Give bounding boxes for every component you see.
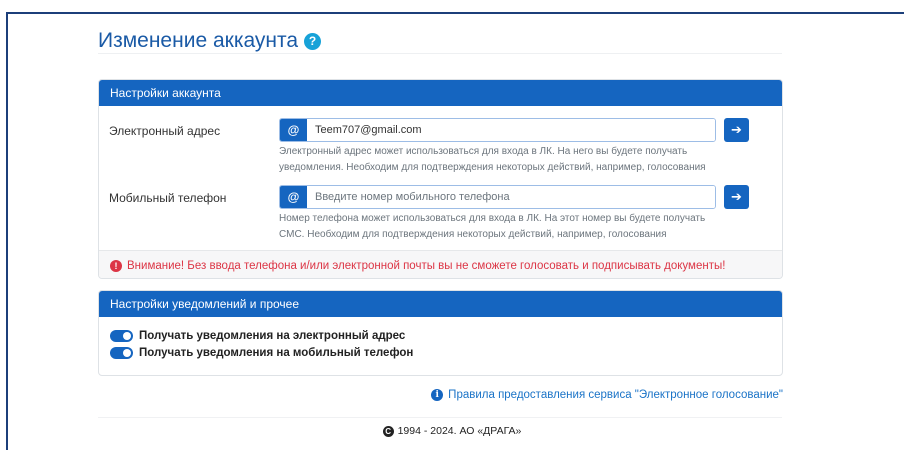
email-notify-toggle[interactable] [110,330,133,342]
info-circle-icon: i [431,389,444,401]
arrow-right-icon: ➔ [731,122,742,137]
notification-settings-card: Настройки уведомлений и прочее Получать … [98,290,783,376]
email-help-text: Электронный адрес может использоваться д… [279,146,706,173]
arrow-right-icon: ➔ [731,189,742,204]
email-label: Электронный адрес [109,124,221,138]
copyright-icon: C [382,425,394,437]
page-title: Изменение аккаунта [98,29,299,52]
toggle-knob [123,332,131,340]
at-sign-icon: @ [280,186,307,208]
toggle-knob [123,349,131,357]
email-input-group: @ [279,118,716,142]
phone-field[interactable] [307,186,715,208]
page-header: Изменение аккаунта ? [98,27,782,55]
service-rules-link[interactable]: i Правила предоставления сервиса "Электр… [431,389,783,401]
phone-submit-button[interactable]: ➔ [724,185,749,209]
footer-text: 1994 - 2024. АО «ДРАГА» [397,425,522,437]
email-field[interactable] [307,119,715,141]
phone-notify-toggle[interactable] [110,347,133,359]
warning-text: Внимание! Без ввода телефона и/или элект… [127,259,726,272]
exclamation-circle-icon: ! [110,259,122,272]
footer: C 1994 - 2024. АО «ДРАГА» [0,425,904,437]
phone-notify-label: Получать уведомления на мобильный телефо… [139,347,414,359]
phone-notify-toggle-row: Получать уведомления на мобильный телефо… [110,347,413,359]
at-sign-icon: @ [280,119,307,141]
email-notify-label: Получать уведомления на электронный адре… [139,330,406,342]
warning-alert: ! Внимание! Без ввода телефона и/или эле… [99,250,782,278]
notification-settings-header: Настройки уведомлений и прочее [99,291,782,317]
footer-divider [98,417,782,418]
account-settings-header: Настройки аккаунта [99,80,782,106]
email-submit-button[interactable]: ➔ [724,118,749,142]
service-rules-link-text: Правила предоставления сервиса "Электрон… [448,389,783,401]
phone-input-group: @ [279,185,716,209]
question-circle-icon[interactable]: ? [304,32,322,50]
email-notify-toggle-row: Получать уведомления на электронный адре… [110,330,405,342]
phone-label: Мобильный телефон [109,191,227,205]
account-settings-card: Настройки аккаунта Электронный адрес @ ➔… [98,79,783,279]
title-divider [98,53,782,54]
phone-help-text: Номер телефона может использоваться для … [279,213,706,240]
